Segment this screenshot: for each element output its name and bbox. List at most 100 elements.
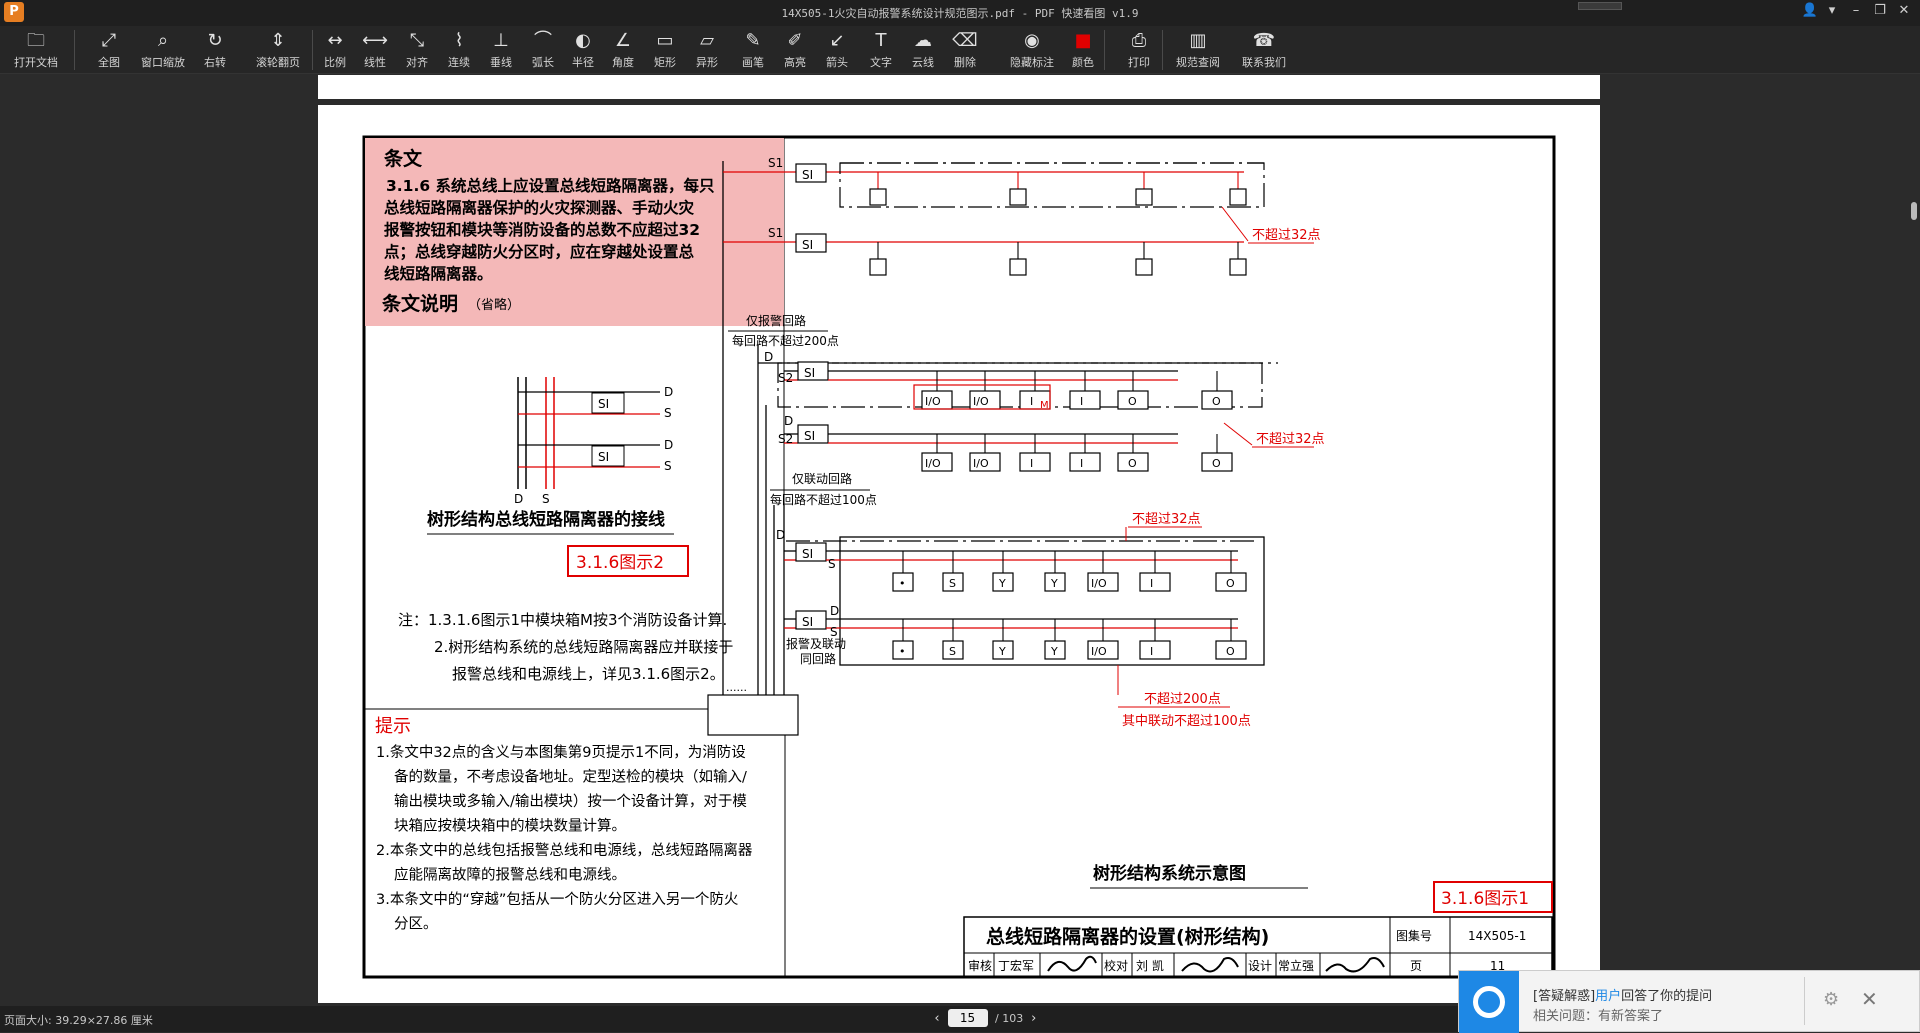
s2-label: S2 bbox=[778, 371, 793, 385]
notification-message[interactable]: [答疑解惑]用户回答了你的提问 bbox=[1533, 985, 1712, 1004]
device-i: I bbox=[1080, 457, 1083, 470]
continuous-icon: ⌇ bbox=[454, 30, 464, 51]
toolbar-button-headset[interactable]: ☎ 联系我们 bbox=[1236, 28, 1292, 72]
color-swatch-icon: ■ bbox=[1074, 30, 1092, 51]
d-label: D bbox=[664, 385, 673, 399]
chevron-down-icon[interactable]: ▾ bbox=[1822, 3, 1842, 18]
toolbar-button-color-swatch[interactable]: ■ 颜色 bbox=[1068, 28, 1098, 72]
close-icon[interactable]: ✕ bbox=[1894, 3, 1914, 18]
notification-toast[interactable]: [答疑解惑]用户回答了你的提问 相关问题：有新答案了 ⚙ ✕ bbox=[1458, 970, 1920, 1033]
tip-line: 备的数量，不考虑设备地址。定型送检的模块（如输入/ bbox=[394, 769, 747, 786]
combined-loop-label-1: 报警及联动 bbox=[786, 636, 846, 651]
eraser-icon: ⌫ bbox=[952, 30, 978, 51]
arrow-icon: ↙ bbox=[829, 30, 845, 51]
device-s: S bbox=[949, 645, 956, 658]
toolbar-button-text[interactable]: T 文字 bbox=[866, 28, 896, 72]
next-page-button[interactable]: › bbox=[1027, 1011, 1041, 1026]
device-s: S bbox=[949, 577, 956, 590]
toolbar-button-rotate-right[interactable]: ↻ 右转 bbox=[196, 28, 234, 72]
rotate-right-icon: ↻ bbox=[207, 30, 223, 51]
toolbar-label: 连续 bbox=[448, 56, 470, 69]
toolbar-button-perpendicular[interactable]: ⊥ 垂线 bbox=[486, 28, 516, 72]
pdf-page[interactable]: 条文 3.1.6 系统总线上应设置总线短路隔离器，每只 总线短路隔离器保护的火灾探… bbox=[318, 105, 1600, 1003]
link-limit100-label: 其中联动不超过100点 bbox=[1122, 714, 1251, 729]
toolbar-button-zoom-window[interactable]: ⌕ 窗口缩放 bbox=[137, 28, 189, 72]
toolbar-button-scroll-page[interactable]: ⇕ 滚轮翻页 bbox=[250, 28, 306, 72]
toolbar-label: 联系我们 bbox=[1242, 56, 1286, 69]
toolbar-button-angle[interactable]: ∠ 角度 bbox=[608, 28, 638, 72]
device-i: I bbox=[1030, 457, 1033, 470]
total-pages: / 103 bbox=[995, 1011, 1024, 1025]
toolbar-label: 画笔 bbox=[742, 56, 764, 69]
toolbar-button-print[interactable]: ⎙ 打印 bbox=[1124, 28, 1154, 72]
device-io: I/O bbox=[925, 395, 941, 408]
toolbar-button-cloud[interactable]: ☁ 云线 bbox=[908, 28, 938, 72]
toolbar-button-continuous[interactable]: ⌇ 连续 bbox=[444, 28, 474, 72]
device-io: I/O bbox=[973, 395, 989, 408]
device-o: O bbox=[1128, 457, 1137, 470]
device-o: O bbox=[1212, 457, 1221, 470]
scroll-page-icon: ⇕ bbox=[270, 30, 286, 51]
combined-loop-label-2: 同回路 bbox=[800, 651, 836, 666]
device-y: Y bbox=[998, 577, 1006, 590]
prev-page-button[interactable]: ‹ bbox=[930, 1011, 944, 1026]
toolbar-button-fit-all[interactable]: ⤢ 全图 bbox=[90, 28, 128, 72]
minimize-icon[interactable]: – bbox=[1846, 3, 1866, 18]
toolbar-button-eraser[interactable]: ⌫ 删除 bbox=[950, 28, 980, 72]
figure2-tag: 3.1.6图示2 bbox=[576, 553, 664, 573]
toolbar-label: 窗口缩放 bbox=[141, 56, 185, 69]
check-label: 校对 bbox=[1104, 958, 1128, 973]
tip-line: 应能隔离故障的报警总线和电源线。 bbox=[394, 866, 626, 884]
article-line: 线短路隔离器。 bbox=[384, 264, 493, 283]
notification-logo-icon bbox=[1459, 971, 1519, 1033]
toolbar-button-scale[interactable]: ↔ 比例 bbox=[320, 28, 350, 72]
tip-line: 3.本条文中的“穿越”包括从一个防火分区进入另一个防火 bbox=[376, 891, 738, 908]
device-io: I/O bbox=[925, 457, 941, 470]
toolbar-button-align[interactable]: ⤡ 对齐 bbox=[402, 28, 432, 72]
gear-icon[interactable]: ⚙ bbox=[1823, 989, 1839, 1010]
toolbar-button-arrow[interactable]: ↙ 箭头 bbox=[822, 28, 852, 72]
toolbar-button-pen[interactable]: ✎ 画笔 bbox=[738, 28, 768, 72]
device-o: O bbox=[1226, 645, 1235, 658]
toolbar-button-linear[interactable]: ⟷ 线性 bbox=[360, 28, 390, 72]
toolbar-button-eye[interactable]: ◉ 隐藏标注 bbox=[1004, 28, 1060, 72]
toolbar-button-highlight[interactable]: ✐ 高亮 bbox=[780, 28, 810, 72]
toolbar-button-folder[interactable]: 🗀 打开文档 bbox=[8, 28, 64, 72]
angle-icon: ∠ bbox=[614, 30, 632, 51]
article-line: 3.1.6 系统总线上应设置总线短路隔离器，每只 bbox=[386, 176, 715, 195]
explanation-note: （省略） bbox=[468, 297, 520, 313]
close-icon[interactable]: ✕ bbox=[1861, 987, 1878, 1011]
user-icon[interactable]: 👤 bbox=[1800, 3, 1820, 18]
restore-icon[interactable]: ❐ bbox=[1870, 3, 1890, 18]
zoom-window-icon: ⌕ bbox=[157, 30, 169, 51]
checker: 刘 凯 bbox=[1136, 959, 1164, 973]
atlas-number: 14X505-1 bbox=[1468, 929, 1526, 943]
notification-related[interactable]: 相关问题：有新答案了 bbox=[1533, 1005, 1663, 1024]
device-o: O bbox=[1128, 395, 1137, 408]
toolbar-separator bbox=[74, 30, 75, 70]
page-navigator: ‹ 15 / 103 › bbox=[930, 1009, 1041, 1029]
toolbar: 🗀 打开文档 ⤢ 全图 ⌕ 窗口缩放 ↻ 右转 ⇕ 滚轮翻页 ↔ 比例 ⟷ 线性 ⤡ 对齐 ⌇ 连续 ⊥ 垂线 ⌒ 弧长 ◐… bbox=[0, 26, 1920, 74]
toolbar-button-arc-length[interactable]: ⌒ 弧长 bbox=[528, 28, 558, 72]
page-input[interactable]: 15 bbox=[947, 1009, 988, 1027]
document-viewport[interactable]: 条文 3.1.6 系统总线上应设置总线短路隔离器，每只 总线短路隔离器保护的火灾探… bbox=[0, 75, 1920, 1007]
article-line: 报警按钮和模块等消防设备的总数不应超过32 bbox=[384, 220, 700, 239]
reviewer: 丁宏军 bbox=[998, 958, 1034, 973]
system-caption: 树形结构系统示意图 bbox=[1093, 863, 1246, 884]
radius-icon: ◐ bbox=[575, 30, 591, 51]
toolbar-button-polygon[interactable]: ▱ 异形 bbox=[692, 28, 722, 72]
toolbar-button-book[interactable]: ▥ 规范查阅 bbox=[1170, 28, 1226, 72]
scale-icon: ↔ bbox=[327, 30, 343, 51]
trunk-dots: ...... bbox=[726, 681, 747, 694]
toolbar-button-rectangle[interactable]: ▭ 矩形 bbox=[650, 28, 680, 72]
alarm-loop-limit: 每回路不超过200点 bbox=[732, 333, 839, 348]
drawing-sheet: 条文 3.1.6 系统总线上应设置总线短路隔离器，每只总线短路隔离器保护的火灾探… bbox=[362, 135, 1556, 979]
atlas-label: 图集号 bbox=[1396, 928, 1432, 943]
scrollbar-thumb[interactable] bbox=[1911, 202, 1917, 220]
note-line-1: 注：1.3.1.6图示1中模块箱M按3个消防设备计算. bbox=[398, 611, 727, 629]
toolbar-label: 半径 bbox=[572, 56, 594, 69]
toolbar-button-radius[interactable]: ◐ 半径 bbox=[568, 28, 598, 72]
toolbar-label: 隐藏标注 bbox=[1010, 56, 1054, 69]
toolbar-label: 删除 bbox=[954, 56, 976, 69]
figure1-tag: 3.1.6图示1 bbox=[1441, 889, 1529, 909]
